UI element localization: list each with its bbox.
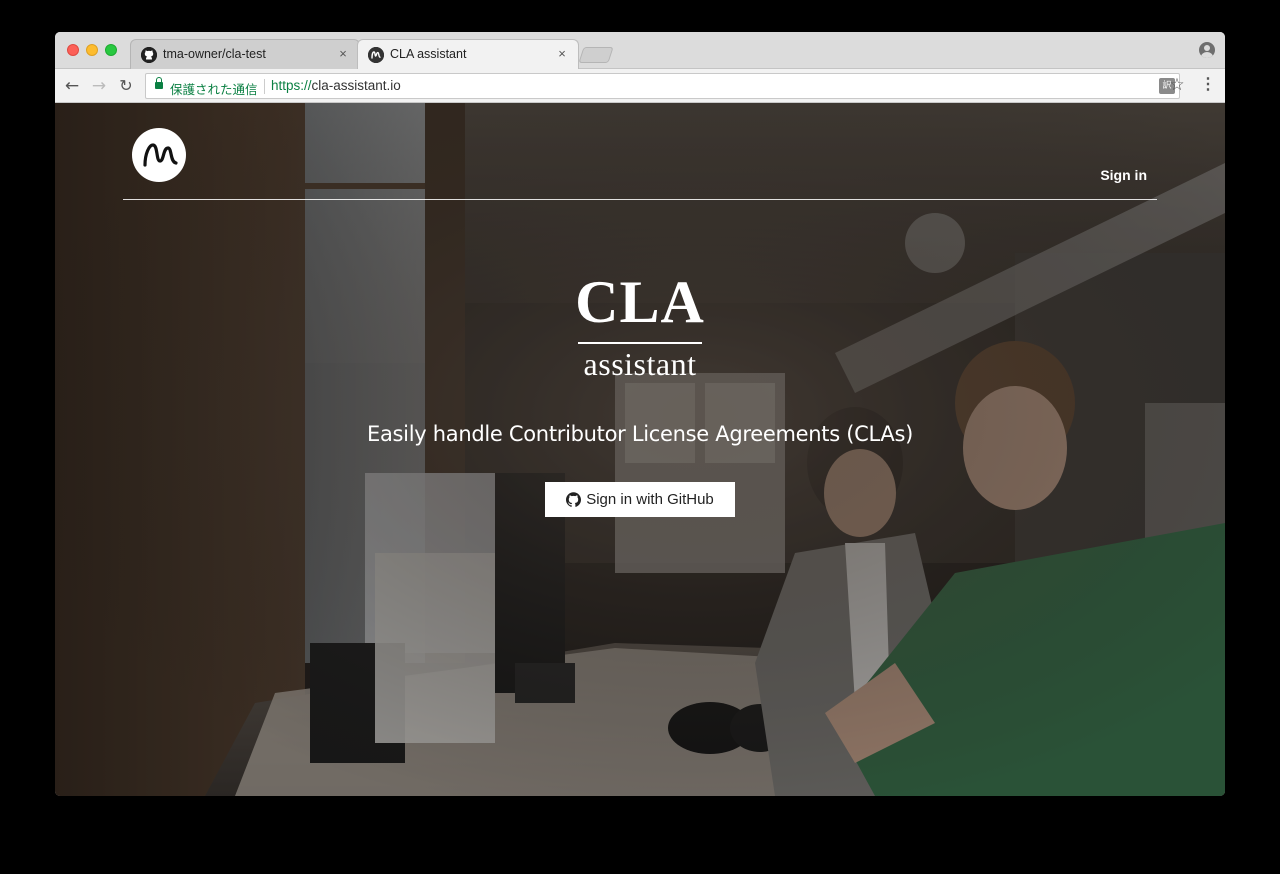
close-tab-icon[interactable]: × <box>555 46 569 61</box>
github-icon <box>141 47 157 63</box>
address-bar[interactable]: 保護された通信 https://cla-assistant.io 訳 <box>145 73 1180 99</box>
divider <box>264 79 265 94</box>
security-label: 保護された通信 <box>170 83 258 97</box>
brand-divider <box>578 342 702 344</box>
sign-in-with-github-button[interactable]: Sign in with GitHub <box>545 482 735 517</box>
brand-title-cla: CLA <box>575 269 705 335</box>
lock-icon <box>155 77 163 89</box>
tab-cla-assistant[interactable]: CLA assistant × <box>357 39 579 70</box>
tab-title: tma-owner/cla-test <box>163 47 266 61</box>
hero-dark-overlay <box>55 103 1225 796</box>
github-icon <box>566 492 582 507</box>
back-arrow-icon[interactable]: ← <box>61 75 83 97</box>
close-tab-icon[interactable]: × <box>336 46 350 61</box>
brand-title-assistant: assistant <box>583 346 697 382</box>
url-text[interactable]: https://cla-assistant.io <box>271 78 401 93</box>
tab-title: CLA assistant <box>390 47 467 61</box>
profile-icon[interactable] <box>1199 42 1215 58</box>
hero-section: Sign in CLA assistant Easily handle Cont… <box>55 103 1225 796</box>
new-tab-button[interactable] <box>578 47 614 63</box>
tab-strip: tma-owner/cla-test × CLA assistant × <box>55 32 1225 70</box>
cla-assistant-logo[interactable] <box>132 128 186 182</box>
close-window-button[interactable] <box>67 44 79 56</box>
browser-toolbar: ← → ↻ 保護された通信 https://cla-assistant.io 訳… <box>55 69 1225 103</box>
url-scheme: https:// <box>271 78 312 93</box>
menu-icon[interactable]: ⋮ <box>1198 74 1218 96</box>
bookmark-star-icon[interactable]: ☆ <box>1167 74 1187 96</box>
browser-window: tma-owner/cla-test × CLA assistant × ← →… <box>55 32 1225 796</box>
url-host: cla-assistant.io <box>311 78 401 93</box>
cla-assistant-icon <box>368 47 384 63</box>
button-label: Sign in with GitHub <box>586 491 714 508</box>
header-divider <box>123 199 1157 200</box>
forward-arrow-icon[interactable]: → <box>88 75 110 97</box>
zoom-window-button[interactable] <box>105 44 117 56</box>
tab-cla-test[interactable]: tma-owner/cla-test × <box>130 39 360 70</box>
sign-in-link[interactable]: Sign in <box>1100 167 1147 183</box>
minimize-window-button[interactable] <box>86 44 98 56</box>
hero-tagline: Easily handle Contributor License Agreem… <box>367 422 913 446</box>
reload-icon[interactable]: ↻ <box>115 75 137 97</box>
